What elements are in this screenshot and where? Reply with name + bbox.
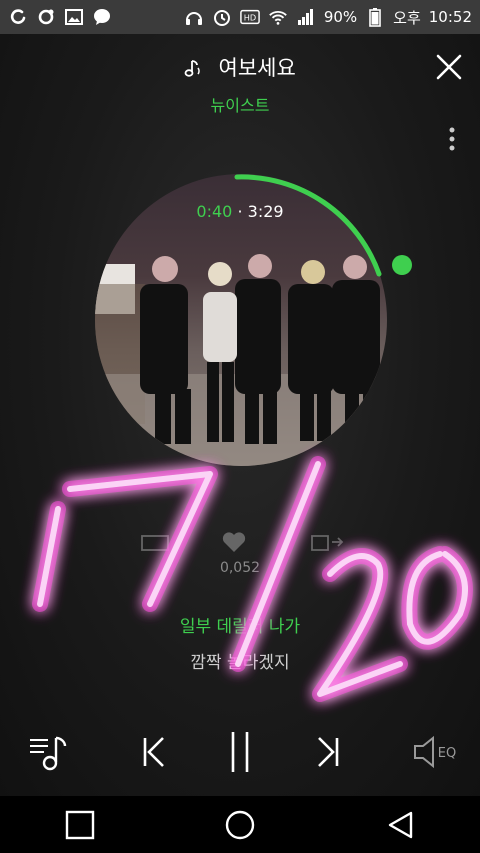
- more-vertical-icon: [449, 127, 455, 151]
- square-icon: [65, 810, 95, 839]
- status-bar: HD 90% 오후 10:52: [0, 0, 480, 34]
- skip-previous-icon: [143, 737, 164, 767]
- playlist-icon: [30, 736, 67, 771]
- signal-icon: [296, 7, 316, 27]
- lyric-next-line[interactable]: 깜짝 놀라겠지: [0, 648, 480, 673]
- current-time: 0:40: [196, 202, 233, 221]
- gallery-icon: [64, 7, 84, 27]
- circle-icon: [225, 810, 255, 839]
- status-right-icons: HD 90% 오후 10:52: [184, 7, 472, 28]
- time-separator: ·: [237, 202, 243, 221]
- like-button[interactable]: [221, 530, 247, 558]
- equalizer-button[interactable]: EQ: [408, 724, 464, 780]
- recent-apps-button[interactable]: [50, 796, 110, 853]
- back-triangle-icon: [388, 811, 413, 838]
- battery-percent: 90%: [323, 8, 358, 26]
- previous-button[interactable]: [128, 724, 176, 780]
- navigation-bar: [0, 796, 480, 853]
- lyric-current-line[interactable]: 일부 데릴러 나가: [0, 612, 480, 637]
- share-button[interactable]: [310, 532, 344, 558]
- playlist-button[interactable]: [24, 724, 72, 780]
- lyrics-icon: [141, 535, 169, 551]
- close-icon: [436, 54, 462, 80]
- playback-controls: EQ: [0, 724, 480, 780]
- heart-icon: [222, 532, 246, 552]
- next-button[interactable]: [306, 724, 354, 780]
- svg-text:EQ: EQ: [438, 746, 456, 761]
- pause-button[interactable]: [216, 724, 264, 780]
- lyrics-button[interactable]: [140, 532, 170, 558]
- ampm-label: 오후: [393, 8, 421, 27]
- total-time: 3:29: [247, 202, 284, 221]
- close-button[interactable]: [434, 52, 464, 82]
- hd-icon: HD: [239, 7, 260, 27]
- progress-thumb[interactable]: [392, 255, 412, 275]
- back-button[interactable]: [370, 796, 430, 853]
- player-screen: 여보세요 뉴이스트 0:40 · 3:29 0,052 일부 데릴러 나가 깜짝…: [0, 34, 480, 796]
- share-icon: [311, 535, 344, 551]
- artist-name[interactable]: 뉴이스트: [0, 92, 480, 116]
- alarm-icon: [212, 7, 232, 27]
- song-title: 여보세요: [218, 56, 296, 80]
- like-count: 0,052: [219, 560, 261, 576]
- home-button[interactable]: [210, 796, 270, 853]
- pause-icon: [231, 732, 249, 772]
- skip-next-icon: [318, 737, 339, 767]
- song-title-row: 여보세요: [0, 52, 480, 82]
- clock: 10:52: [428, 8, 472, 26]
- more-options-button[interactable]: [448, 126, 456, 154]
- chat-icon: [92, 7, 112, 27]
- playback-time: 0:40 · 3:29: [0, 202, 480, 221]
- svg-text:HD: HD: [244, 13, 256, 23]
- talk-icon: [8, 7, 28, 27]
- battery-icon: [365, 7, 385, 27]
- headphone-icon: [184, 7, 204, 27]
- refresh-icon: [36, 7, 56, 27]
- equalizer-icon: EQ: [414, 735, 456, 769]
- wifi-icon: [268, 7, 288, 27]
- music-note-icon: [184, 56, 212, 80]
- status-left-icons: [8, 7, 112, 27]
